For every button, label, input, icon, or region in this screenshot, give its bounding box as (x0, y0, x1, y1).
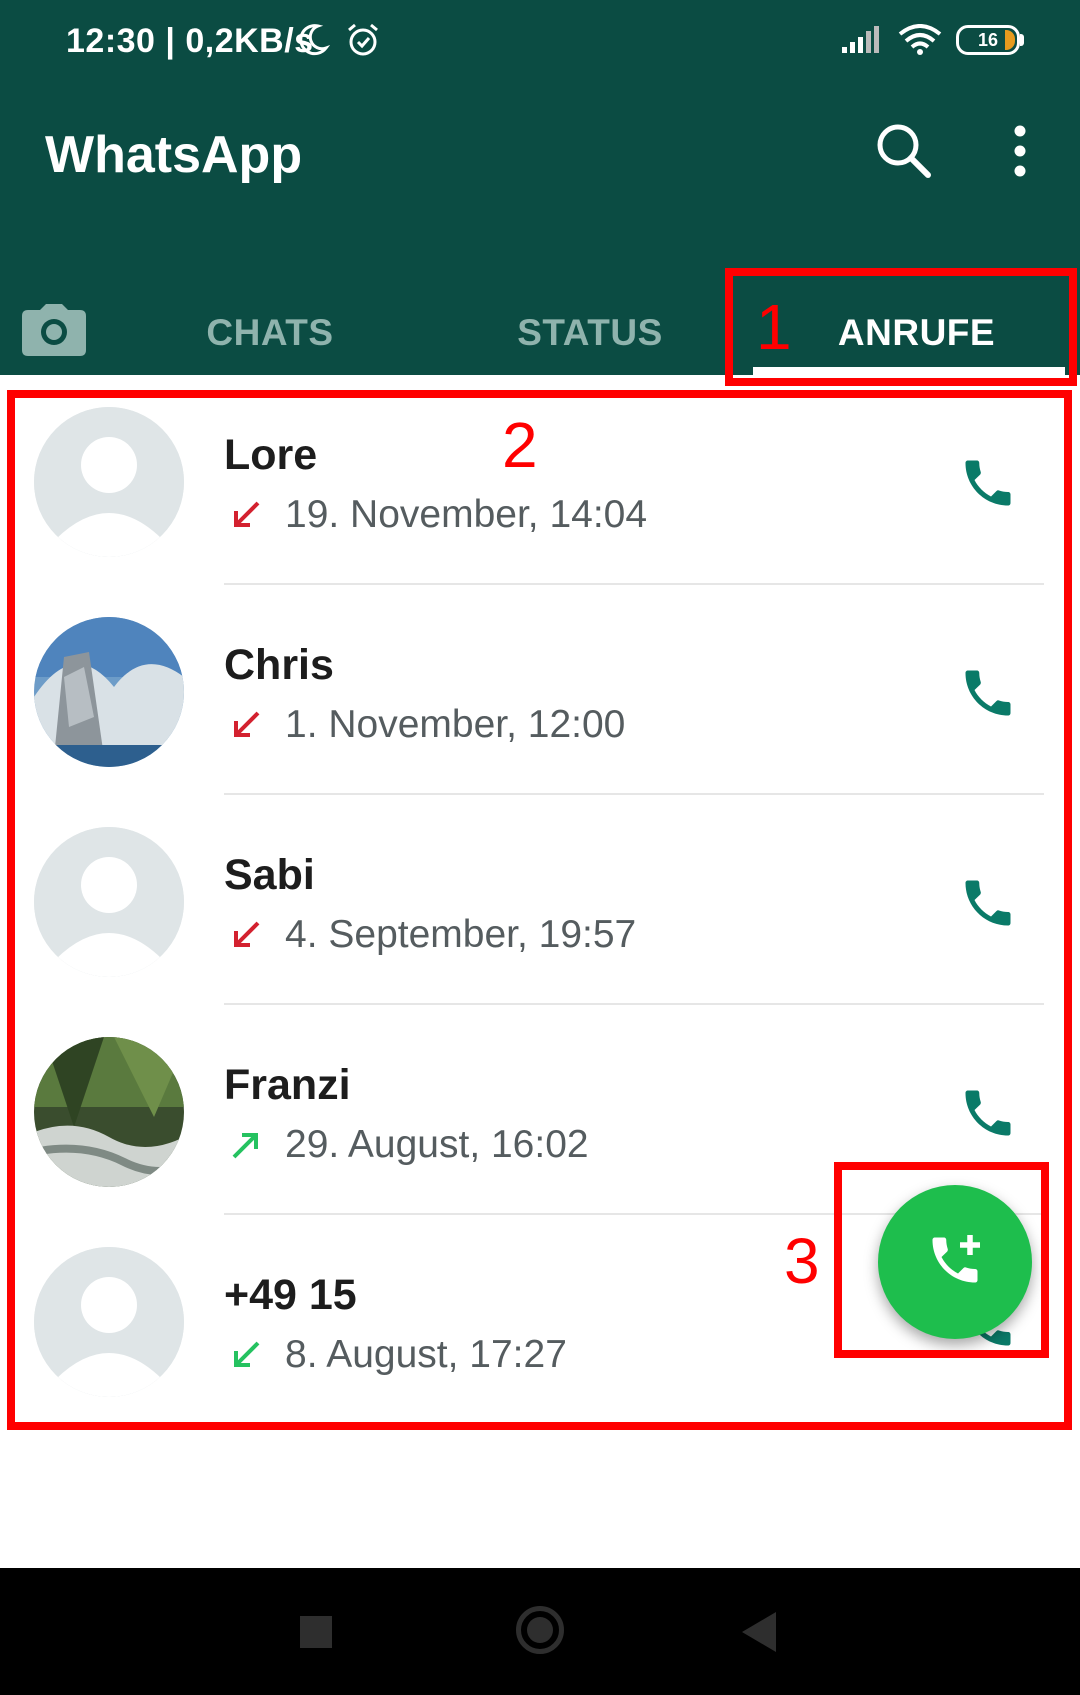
search-icon (877, 124, 931, 178)
home-button[interactable] (516, 1606, 564, 1654)
alarm-icon (348, 23, 378, 56)
wifi-icon (898, 24, 942, 55)
battery-icon: 16 (956, 25, 1024, 55)
battery-level: 16 (977, 30, 999, 50)
more-vert-icon (1014, 125, 1026, 177)
back-button[interactable] (742, 1612, 776, 1652)
status-time: 12:30 | 0,2KB/s (66, 22, 314, 60)
moon-icon (299, 24, 330, 56)
annotation-number-2: 2 (502, 409, 538, 481)
status-bar: 12:30 | 0,2KB/s 16 (0, 0, 1080, 75)
app-title: WhatsApp (45, 126, 303, 184)
annotation-number-3: 3 (784, 1225, 820, 1297)
recents-button[interactable] (300, 1616, 332, 1648)
signal-icon (842, 26, 879, 53)
annotation-number-1: 1 (756, 291, 792, 363)
annotation-box-3 (834, 1162, 1049, 1358)
more-options-button[interactable] (1000, 119, 1040, 183)
tab-status[interactable]: STATUS (460, 280, 720, 375)
camera-icon (22, 304, 86, 356)
tab-chats[interactable]: CHATS (145, 280, 395, 375)
search-button[interactable] (872, 119, 936, 183)
tab-camera[interactable] (18, 300, 90, 360)
system-nav-bar (0, 1568, 1080, 1695)
